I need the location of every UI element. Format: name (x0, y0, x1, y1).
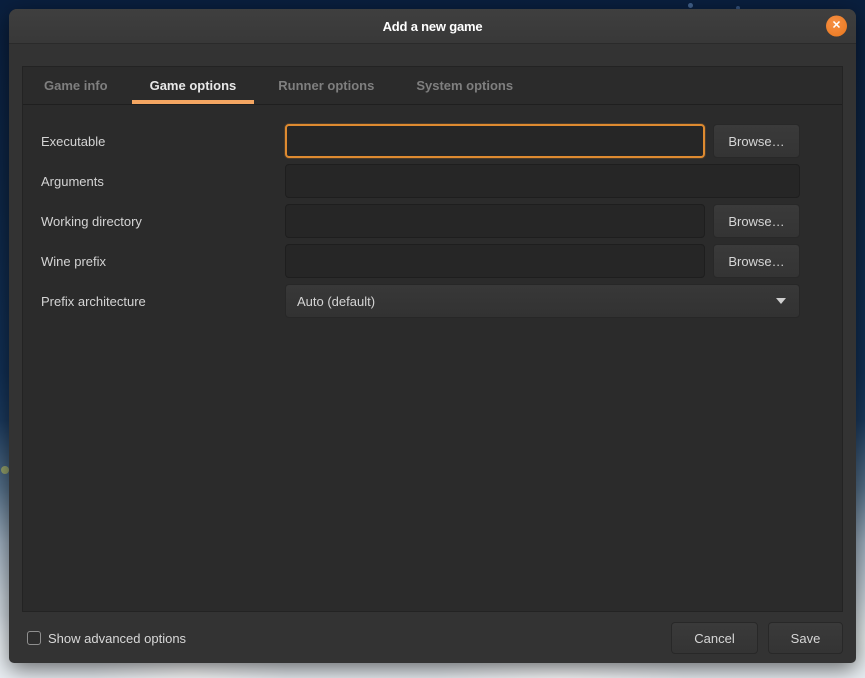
tab-game-info[interactable]: Game info (23, 67, 129, 104)
tab-game-options[interactable]: Game options (129, 67, 258, 104)
working-directory-input[interactable] (285, 204, 705, 238)
close-icon[interactable]: ✕ (826, 16, 847, 37)
game-options-page: Executable Browse… Arguments Working dir… (23, 105, 842, 318)
executable-input[interactable] (285, 124, 705, 158)
working-directory-label: Working directory (41, 214, 285, 229)
tab-system-options[interactable]: System options (395, 67, 534, 104)
titlebar[interactable]: Add a new game ✕ (9, 9, 856, 44)
form-row-working-directory: Working directory Browse… (41, 204, 800, 238)
working-directory-browse-button[interactable]: Browse… (713, 204, 800, 238)
wallpaper-dot (688, 3, 693, 8)
add-game-dialog: Add a new game ✕ Game info Game options … (9, 9, 856, 663)
form-row-wine-prefix: Wine prefix Browse… (41, 244, 800, 278)
chevron-down-icon (776, 298, 786, 304)
executable-browse-button[interactable]: Browse… (713, 124, 800, 158)
prefix-architecture-label: Prefix architecture (41, 294, 285, 309)
wine-prefix-browse-button[interactable]: Browse… (713, 244, 800, 278)
show-advanced-label: Show advanced options (48, 631, 186, 646)
form-row-executable: Executable Browse… (41, 124, 800, 158)
wine-prefix-input[interactable] (285, 244, 705, 278)
form-row-arguments: Arguments (41, 164, 800, 198)
wallpaper-dot (1, 466, 9, 474)
executable-label: Executable (41, 134, 285, 149)
cancel-button[interactable]: Cancel (671, 622, 758, 654)
show-advanced-checkbox[interactable] (27, 631, 41, 645)
wine-prefix-label: Wine prefix (41, 254, 285, 269)
tab-runner-options[interactable]: Runner options (257, 67, 395, 104)
show-advanced-options-toggle[interactable]: Show advanced options (27, 631, 186, 646)
prefix-architecture-dropdown[interactable]: Auto (default) (285, 284, 800, 318)
tab-strip: Game info Game options Runner options Sy… (23, 67, 842, 105)
settings-notebook: Game info Game options Runner options Sy… (22, 66, 843, 612)
form-row-prefix-architecture: Prefix architecture Auto (default) (41, 284, 800, 318)
arguments-input[interactable] (285, 164, 800, 198)
desktop: { "window": { "title": "Add a new game" … (0, 0, 865, 678)
dialog-footer: Show advanced options Cancel Save (9, 613, 856, 663)
prefix-architecture-selected-value: Auto (default) (297, 294, 375, 309)
dialog-title: Add a new game (383, 19, 483, 34)
arguments-label: Arguments (41, 174, 285, 189)
save-button[interactable]: Save (768, 622, 843, 654)
